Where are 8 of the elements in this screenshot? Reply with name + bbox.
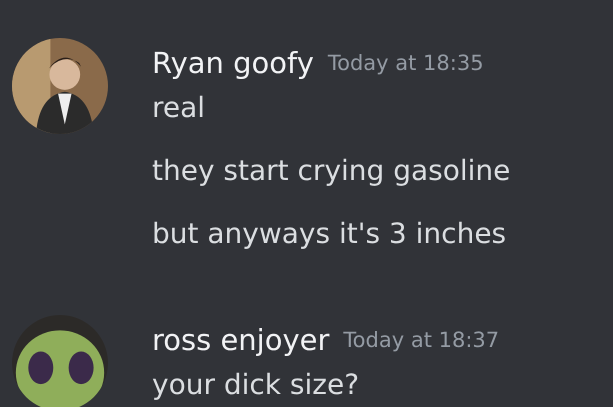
username[interactable]: ross enjoyer — [152, 323, 330, 357]
timestamp: Today at 18:35 — [328, 51, 484, 75]
message-text: but anyways it's 3 inches — [152, 216, 508, 252]
message-text: they start crying gasoline — [152, 153, 510, 189]
timestamp: Today at 18:37 — [343, 328, 500, 352]
username[interactable]: Ryan goofy — [152, 46, 314, 80]
message-text: your dick size? — [152, 367, 360, 403]
message-text: real — [152, 90, 206, 126]
